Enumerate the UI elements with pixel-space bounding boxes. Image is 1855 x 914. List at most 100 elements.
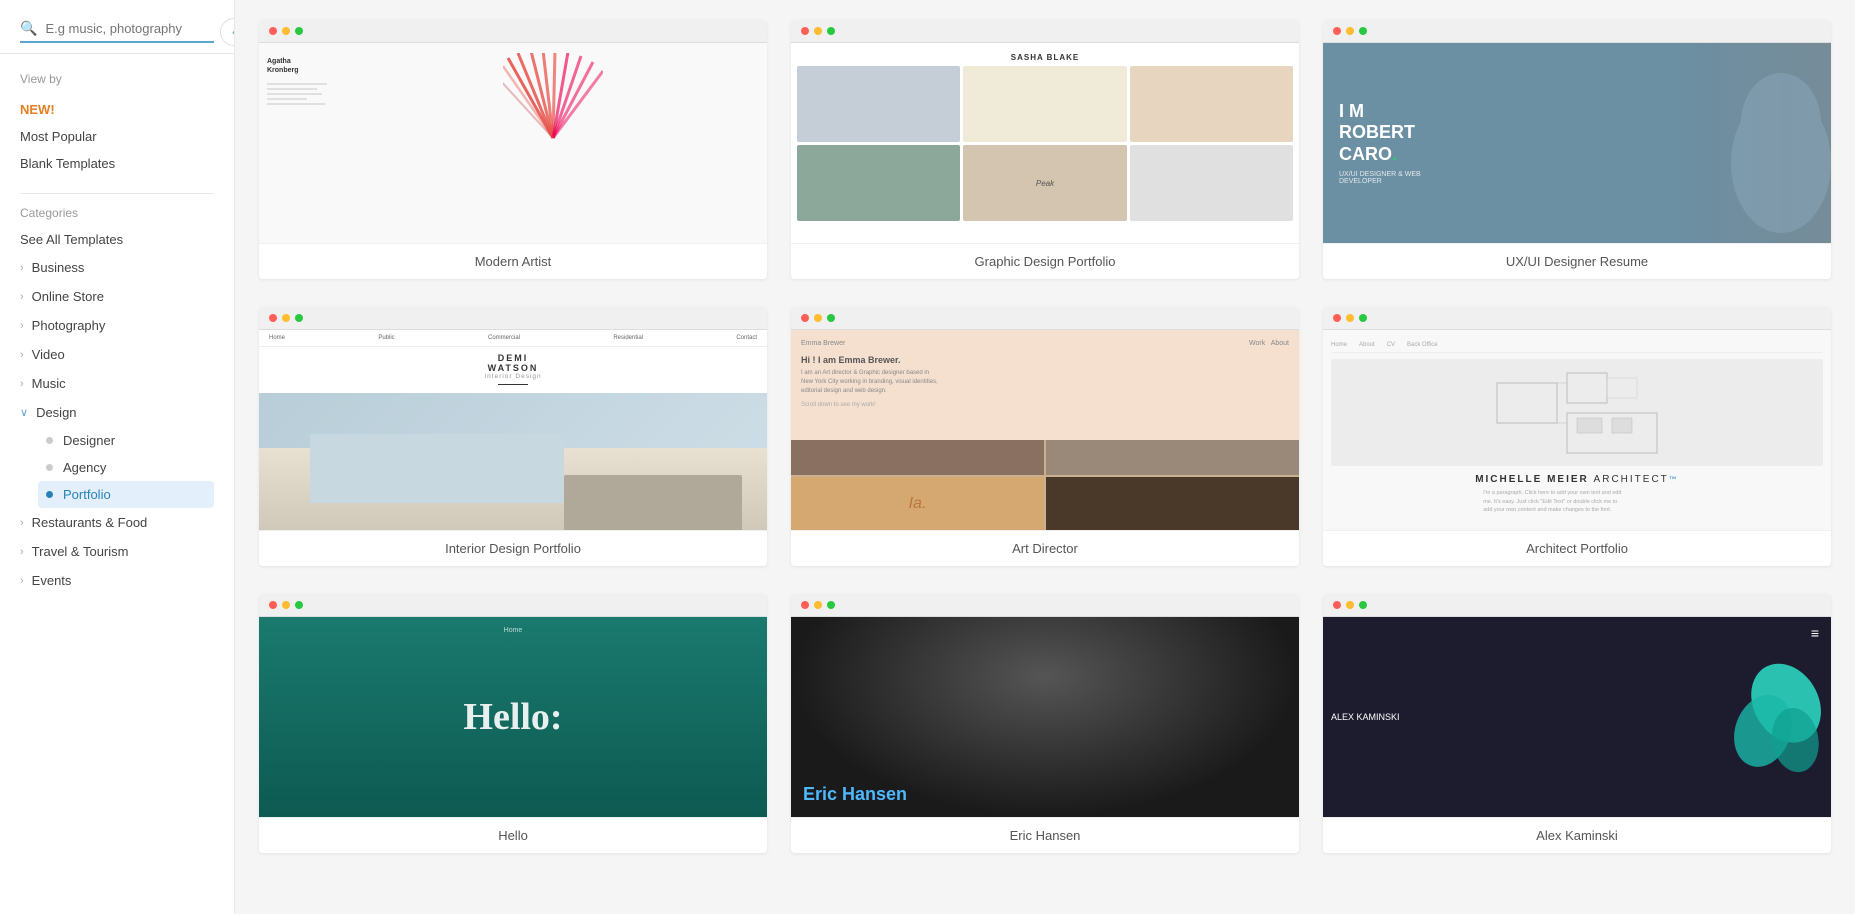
- browser-chrome: [259, 307, 767, 330]
- sidebar-item-video[interactable]: › Video: [20, 340, 214, 369]
- interior-name: DEMI: [259, 353, 767, 363]
- ad-cta: Scroll down to see my work!: [801, 402, 1289, 408]
- uxui-accent: .: [1392, 144, 1397, 164]
- template-card-modern-artist[interactable]: AgathaKronberg: [259, 20, 767, 279]
- view-by-title: View by: [20, 72, 214, 86]
- chevron-right-icon: ›: [20, 320, 24, 332]
- arch-name: MICHELLE MEIER ARCHITECT™: [1475, 474, 1679, 485]
- sidebar-item-label: Video: [32, 347, 65, 362]
- template-card-art-director[interactable]: Emma Brewer Work About Hi ! I am Emma Br…: [791, 307, 1299, 566]
- sidebar-item-label: Business: [32, 260, 85, 275]
- template-card-interior-design-portfolio[interactable]: Home Public Commercial Residential Conta…: [259, 307, 767, 566]
- window-minimize-dot: [282, 27, 290, 35]
- fan-shape-svg: [503, 53, 603, 153]
- main-content: AgathaKronberg: [235, 0, 1855, 914]
- sidebar-item-restaurants-food[interactable]: › Restaurants & Food: [20, 508, 214, 537]
- template-card-graphic-design-portfolio[interactable]: SASHA BLAKE Peak Graphic Design Portfoli…: [791, 20, 1299, 279]
- uxui-subtitle: UX/UI DESIGNER & WEBDEVELOPER: [1339, 171, 1421, 185]
- sidebar-item-online-store[interactable]: › Online Store: [20, 282, 214, 311]
- browser-chrome: [259, 594, 767, 617]
- text-line: [267, 88, 317, 90]
- sidebar-divider-1: [20, 193, 214, 194]
- view-by-most-popular[interactable]: Most Popular: [20, 123, 214, 150]
- window-minimize-dot: [814, 601, 822, 609]
- categories-section: Categories See All Templates › Business …: [0, 206, 234, 595]
- window-minimize-dot: [814, 314, 822, 322]
- sidebar-item-portfolio[interactable]: Portfolio: [38, 481, 214, 508]
- sidebar-item-photography[interactable]: › Photography: [20, 311, 214, 340]
- sidebar-item-business[interactable]: › Business: [20, 253, 214, 282]
- sidebar-item-events[interactable]: › Events: [20, 566, 214, 595]
- window-maximize-dot: [1359, 601, 1367, 609]
- gdp-grid: Peak: [797, 66, 1293, 221]
- view-by-new[interactable]: NEW!: [20, 96, 214, 123]
- left-panel: AgathaKronberg: [267, 53, 347, 108]
- arch-name-section: MICHELLE MEIER ARCHITECT™ I'm a paragrap…: [1475, 474, 1679, 522]
- template-card-architect-portfolio[interactable]: Home About CV Back Office: [1323, 307, 1831, 566]
- sidebar-item-label: Design: [36, 405, 76, 420]
- template-label: Alex Kaminski: [1323, 817, 1831, 853]
- interior-nav: Home Public Commercial Residential Conta…: [259, 330, 767, 347]
- ad-img-1: [791, 440, 1044, 475]
- template-preview: Home About CV Back Office: [1323, 330, 1831, 530]
- search-bar: 🔍: [20, 20, 214, 43]
- sidebar-item-label: Restaurants & Food: [32, 515, 148, 530]
- chevron-right-icon: ›: [20, 291, 24, 303]
- nav-home: Home: [1331, 342, 1347, 348]
- nav-residential: Residential: [613, 335, 643, 341]
- window-maximize-dot: [827, 601, 835, 609]
- ad-img-4: [1046, 477, 1299, 530]
- arch-title: ARCHITECT: [1594, 474, 1669, 485]
- text-line: [267, 98, 307, 100]
- templates-grid: AgathaKronberg: [259, 20, 1831, 853]
- interior-subtitle: Interior Design: [259, 373, 767, 380]
- window-close-dot: [801, 27, 809, 35]
- arch-nav: Home About CV Back Office: [1331, 338, 1823, 353]
- template-label: Eric Hansen: [791, 817, 1299, 853]
- sidebar-item-designer[interactable]: Designer: [38, 427, 214, 454]
- window-minimize-dot: [282, 314, 290, 322]
- sidebar-item-agency[interactable]: Agency: [38, 454, 214, 481]
- gdp-cell: [797, 145, 960, 221]
- nav-back-office: Back Office: [1407, 342, 1438, 348]
- search-input[interactable]: [45, 21, 214, 36]
- sidebar-item-design[interactable]: ∨ Design: [20, 398, 214, 427]
- uxui-text: I M ROBERT CARO. UX/UI DESIGNER & WEBDEV…: [1339, 101, 1421, 186]
- sidebar-item-music[interactable]: › Music: [20, 369, 214, 398]
- chevron-right-icon: ›: [20, 575, 24, 587]
- see-all-templates-link[interactable]: See All Templates: [20, 226, 214, 253]
- alex-name: ALEX KAMINSKI: [1331, 712, 1400, 722]
- template-card-uxui-designer-resume[interactable]: I M ROBERT CARO. UX/UI DESIGNER & WEBDEV…: [1323, 20, 1831, 279]
- view-by-blank-templates[interactable]: Blank Templates: [20, 150, 214, 177]
- gdp-cell: [1130, 66, 1293, 142]
- preview-content: SASHA BLAKE Peak: [791, 43, 1299, 243]
- sidebar-item-travel-tourism[interactable]: › Travel & Tourism: [20, 537, 214, 566]
- template-label: UX/UI Designer Resume: [1323, 243, 1831, 279]
- chevron-right-icon: ›: [20, 546, 24, 558]
- hamburger-icon: ≡: [1811, 625, 1819, 641]
- ad-links: Work About: [1249, 340, 1289, 347]
- dot-active-icon: [46, 491, 53, 498]
- gdp-cell: [797, 66, 960, 142]
- template-preview: SASHA BLAKE Peak: [791, 43, 1299, 243]
- uxui-line1: I M: [1339, 101, 1364, 121]
- sidebar-item-label: Online Store: [32, 289, 104, 304]
- dot-icon: [46, 437, 53, 444]
- uxui-line3: CARO: [1339, 144, 1392, 164]
- collapse-icon: ‹: [232, 25, 235, 39]
- dot-icon: [46, 464, 53, 471]
- text-line: [267, 93, 322, 95]
- template-card-hello[interactable]: Home Hello: Hello: [259, 594, 767, 853]
- nav-public: Public: [378, 335, 394, 341]
- template-card-alex-kaminski[interactable]: ≡ ALEX KAMINSKI Alex Kaminski: [1323, 594, 1831, 853]
- alex-nav-top: ≡: [1811, 625, 1819, 643]
- template-card-eric-hansen[interactable]: Eric Hansen Eric Hansen: [791, 594, 1299, 853]
- window-close-dot: [801, 314, 809, 322]
- window-close-dot: [269, 601, 277, 609]
- text-line: [267, 83, 327, 85]
- browser-chrome: [259, 20, 767, 43]
- uxui-heading: I M ROBERT CARO.: [1339, 101, 1421, 166]
- chevron-right-icon: ›: [20, 517, 24, 529]
- window-maximize-dot: [1359, 27, 1367, 35]
- template-label: Modern Artist: [259, 243, 767, 279]
